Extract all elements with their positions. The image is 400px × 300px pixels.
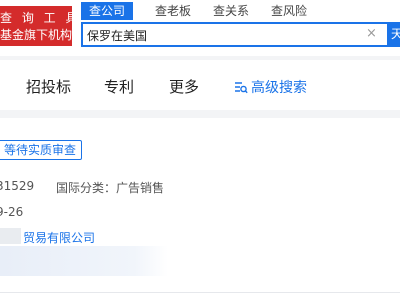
masked-text xyxy=(0,228,21,244)
nav-item-more[interactable]: 更多 xyxy=(169,76,199,97)
tab-boss[interactable]: 查老板 xyxy=(155,2,191,20)
nav-item-patent[interactable]: 专利 xyxy=(104,76,134,97)
logo-line-1: 查 询 工 具 xyxy=(0,11,72,25)
blurred-content xyxy=(0,246,168,276)
registration-number: 31529 xyxy=(0,179,35,193)
advanced-search-label: 高级搜索 xyxy=(251,80,307,96)
nav-item-bidding[interactable]: 招投标 xyxy=(26,76,71,97)
status-badge: 等待实质审查 xyxy=(0,140,83,160)
advanced-search-icon xyxy=(235,82,248,94)
result-card: 等待实质审查 31529 国际分类：广告销售 9-26 贸易有限公司 xyxy=(0,118,400,300)
divider xyxy=(0,292,400,293)
search-box: × xyxy=(81,22,387,47)
search-button[interactable]: 天 xyxy=(387,22,400,47)
header: 查 询 工 具 基金旗下机构 查公司 查老板 查关系 查风险 × 天 xyxy=(0,0,400,56)
advanced-search-link[interactable]: 高级搜索 xyxy=(234,77,307,97)
international-class: 国际分类：广告销售 xyxy=(56,181,165,195)
search-input[interactable] xyxy=(87,26,357,44)
logo-line-2: 基金旗下机构 xyxy=(0,28,72,42)
search-tabs: 查公司 查老板 查关系 查风险 xyxy=(81,2,329,20)
application-date: 9-26 xyxy=(0,205,24,219)
tab-company[interactable]: 查公司 xyxy=(81,2,134,20)
nav-bar: 招投标 专利 更多 高级搜索 xyxy=(0,60,400,110)
applicant-link[interactable]: 贸易有限公司 xyxy=(23,229,95,246)
tab-relation[interactable]: 查关系 xyxy=(213,2,249,20)
logo[interactable]: 查 询 工 具 基金旗下机构 xyxy=(0,6,72,46)
clear-icon[interactable]: × xyxy=(366,26,377,41)
tab-risk[interactable]: 查风险 xyxy=(271,2,307,20)
